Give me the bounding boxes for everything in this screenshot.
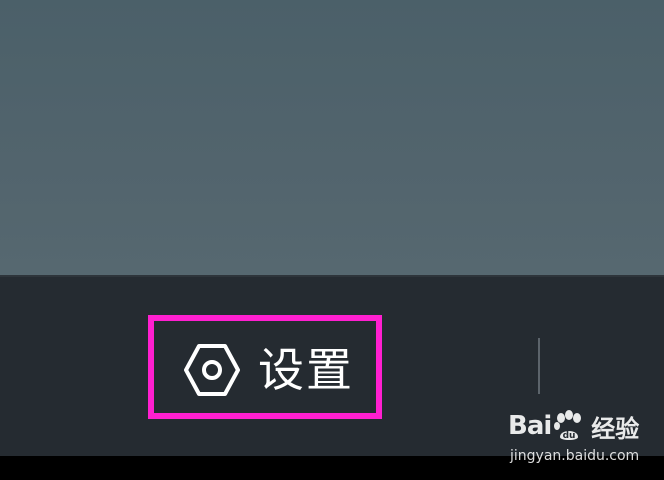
content-area (0, 0, 664, 275)
settings-label: 设置 (258, 343, 354, 397)
menu-divider (538, 338, 540, 394)
watermark-url: jingyan.baidu.com (510, 448, 640, 464)
baidu-jingyan-watermark: Bai du 经验 jingyan.baidu.com (498, 400, 658, 472)
hexagon-settings-icon (184, 342, 240, 398)
watermark-logo-bai: Bai (508, 411, 552, 441)
bar-top-edge (0, 275, 664, 277)
watermark-logo-jingyan: 经验 (591, 414, 640, 443)
svg-text:du: du (563, 431, 576, 441)
settings-button[interactable]: 设置 (148, 315, 382, 419)
app-screen: 设置 Bai du 经验 jingyan.baidu.com (0, 0, 664, 480)
paw-icon: du (554, 410, 582, 441)
watermark-logo: Bai du 经验 (508, 406, 639, 446)
